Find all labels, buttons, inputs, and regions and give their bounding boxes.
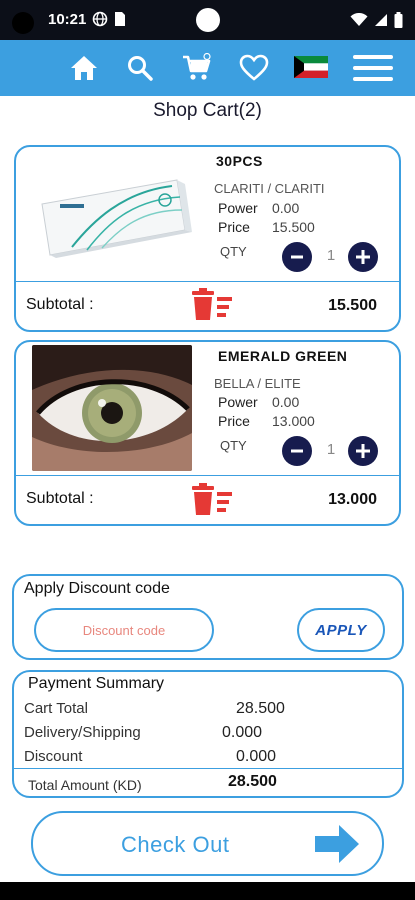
qty-decrement-button[interactable] bbox=[282, 436, 312, 466]
price-label: Price bbox=[218, 413, 250, 429]
payment-summary: Payment Summary Cart Total 28.500 Delive… bbox=[12, 670, 404, 798]
product-image-lens-box[interactable] bbox=[32, 152, 192, 278]
menu-icon[interactable] bbox=[351, 52, 395, 84]
cart-item: EMERALD GREEN BELLA / ELITE Power 0.00 P… bbox=[14, 340, 401, 526]
checkout-button[interactable]: Check Out bbox=[31, 811, 384, 876]
qty-label: QTY bbox=[220, 438, 247, 453]
qty-value: 1 bbox=[326, 441, 336, 458]
kuwait-flag-icon[interactable] bbox=[294, 56, 328, 78]
subtotal-label: Subtotal : bbox=[26, 296, 94, 313]
sim-card-icon bbox=[115, 12, 125, 26]
product-name: 30PCS bbox=[216, 153, 263, 169]
subtotal-value: 13.000 bbox=[328, 491, 377, 508]
power-value: 0.00 bbox=[272, 200, 300, 216]
qty-label: QTY bbox=[220, 244, 247, 259]
delivery-label: Delivery/Shipping bbox=[24, 724, 141, 741]
system-nav-bar bbox=[0, 882, 415, 900]
card-divider bbox=[16, 281, 399, 282]
product-brand: CLARITI / CLARITI bbox=[214, 181, 325, 196]
power-value: 0.00 bbox=[272, 394, 300, 410]
cart-icon[interactable] bbox=[181, 52, 213, 84]
discount-title: Apply Discount code bbox=[24, 580, 170, 597]
apply-discount-button[interactable]: APPLY bbox=[297, 608, 385, 652]
cart-item: 30PCS CLARITI / CLARITI Power 0.00 Price… bbox=[14, 145, 401, 332]
qty-decrement-button[interactable] bbox=[282, 242, 312, 272]
price-label: Price bbox=[218, 219, 250, 235]
signal-icon bbox=[375, 14, 387, 26]
subtotal-value: 15.500 bbox=[328, 297, 377, 314]
top-nav-bar bbox=[0, 40, 415, 96]
front-camera bbox=[196, 8, 220, 32]
arrow-right-icon bbox=[315, 825, 359, 863]
minus-icon bbox=[291, 255, 303, 259]
product-brand: BELLA / ELITE bbox=[214, 376, 301, 391]
qty-value: 1 bbox=[326, 247, 336, 264]
minus-icon bbox=[291, 449, 303, 453]
status-system-icons bbox=[350, 12, 403, 28]
discount-label: Discount bbox=[24, 748, 83, 765]
discount-section: Apply Discount code APPLY bbox=[12, 574, 404, 660]
qty-increment-button[interactable] bbox=[348, 436, 378, 466]
checkout-label: Check Out bbox=[121, 832, 230, 857]
power-label: Power bbox=[218, 394, 258, 410]
payment-summary-title: Payment Summary bbox=[28, 675, 165, 692]
price-value: 13.000 bbox=[272, 413, 315, 429]
total-amount-value: 28.500 bbox=[228, 773, 277, 790]
delete-icon[interactable] bbox=[190, 483, 234, 517]
home-icon[interactable] bbox=[68, 52, 100, 84]
payment-divider bbox=[14, 768, 402, 769]
power-label: Power bbox=[218, 200, 258, 216]
qty-increment-button[interactable] bbox=[348, 242, 378, 272]
product-name: EMERALD GREEN bbox=[218, 348, 348, 364]
status-notification-icons bbox=[92, 11, 126, 27]
plus-icon bbox=[356, 250, 370, 264]
wifi-icon bbox=[350, 13, 368, 26]
total-amount-label: Total Amount (KD) bbox=[28, 777, 142, 793]
discount-code-input[interactable] bbox=[34, 608, 214, 652]
delete-icon[interactable] bbox=[190, 288, 234, 322]
search-icon[interactable] bbox=[124, 52, 156, 84]
page-title: Shop Cart(2) bbox=[153, 100, 262, 121]
price-value: 15.500 bbox=[272, 219, 315, 235]
cart-total-value: 28.500 bbox=[236, 700, 285, 717]
status-bar: 10:21 bbox=[0, 0, 415, 40]
camera-cutout bbox=[12, 12, 34, 34]
status-time: 10:21 bbox=[48, 11, 87, 28]
heart-icon[interactable] bbox=[238, 52, 270, 84]
discount-value: 0.000 bbox=[236, 748, 277, 765]
cart-total-label: Cart Total bbox=[24, 700, 88, 717]
delivery-value: 0.000 bbox=[222, 724, 263, 741]
product-image-eye[interactable] bbox=[32, 345, 192, 471]
card-divider bbox=[16, 475, 399, 476]
globe-icon bbox=[92, 11, 108, 27]
plus-icon bbox=[356, 444, 370, 458]
subtotal-label: Subtotal : bbox=[26, 490, 94, 507]
battery-icon bbox=[394, 12, 403, 28]
